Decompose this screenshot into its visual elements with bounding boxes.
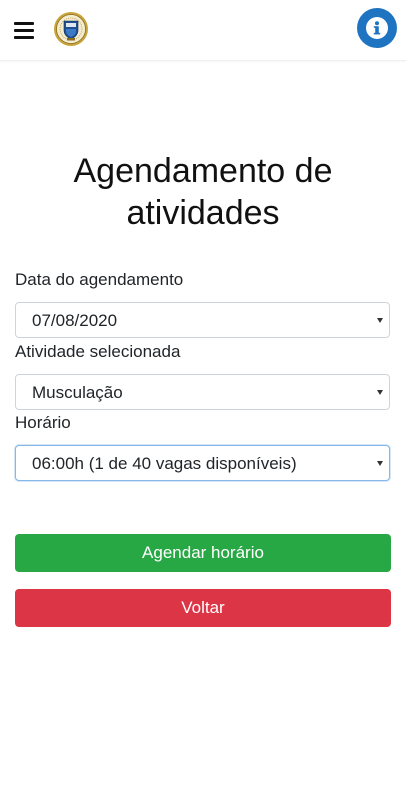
info-button[interactable] [357,8,397,48]
info-icon [366,17,388,39]
chevron-down-icon [377,461,383,466]
hamburger-menu-icon[interactable] [14,21,34,39]
date-select-value: 07/08/2020 [32,311,118,330]
page-title-line-1: Agendamento de [73,152,333,190]
activity-label: Atividade selecionada [15,342,181,361]
activity-select[interactable]: Musculação [15,374,390,410]
page-title-line-2: atividades [126,194,280,232]
time-label: Horário [15,413,71,432]
chevron-down-icon [377,318,383,323]
menu-bar-middle [14,29,34,32]
date-label: Data do agendamento [15,270,184,289]
menu-bar-top [14,22,34,25]
app-header [0,0,406,61]
time-select[interactable]: 06:00h (1 de 40 vagas disponíveis) [15,445,390,481]
activity-select-value: Musculação [32,383,123,402]
back-button[interactable]: Voltar [15,589,391,627]
page-title: Agendamento de atividades [0,150,406,234]
menu-bar-bottom [14,36,34,39]
schedule-button[interactable]: Agendar horário [15,534,391,572]
date-select[interactable]: 07/08/2020 [15,302,390,338]
emblem-logo-icon [54,12,88,46]
chevron-down-icon [377,390,383,395]
time-select-value: 06:00h (1 de 40 vagas disponíveis) [32,454,297,473]
